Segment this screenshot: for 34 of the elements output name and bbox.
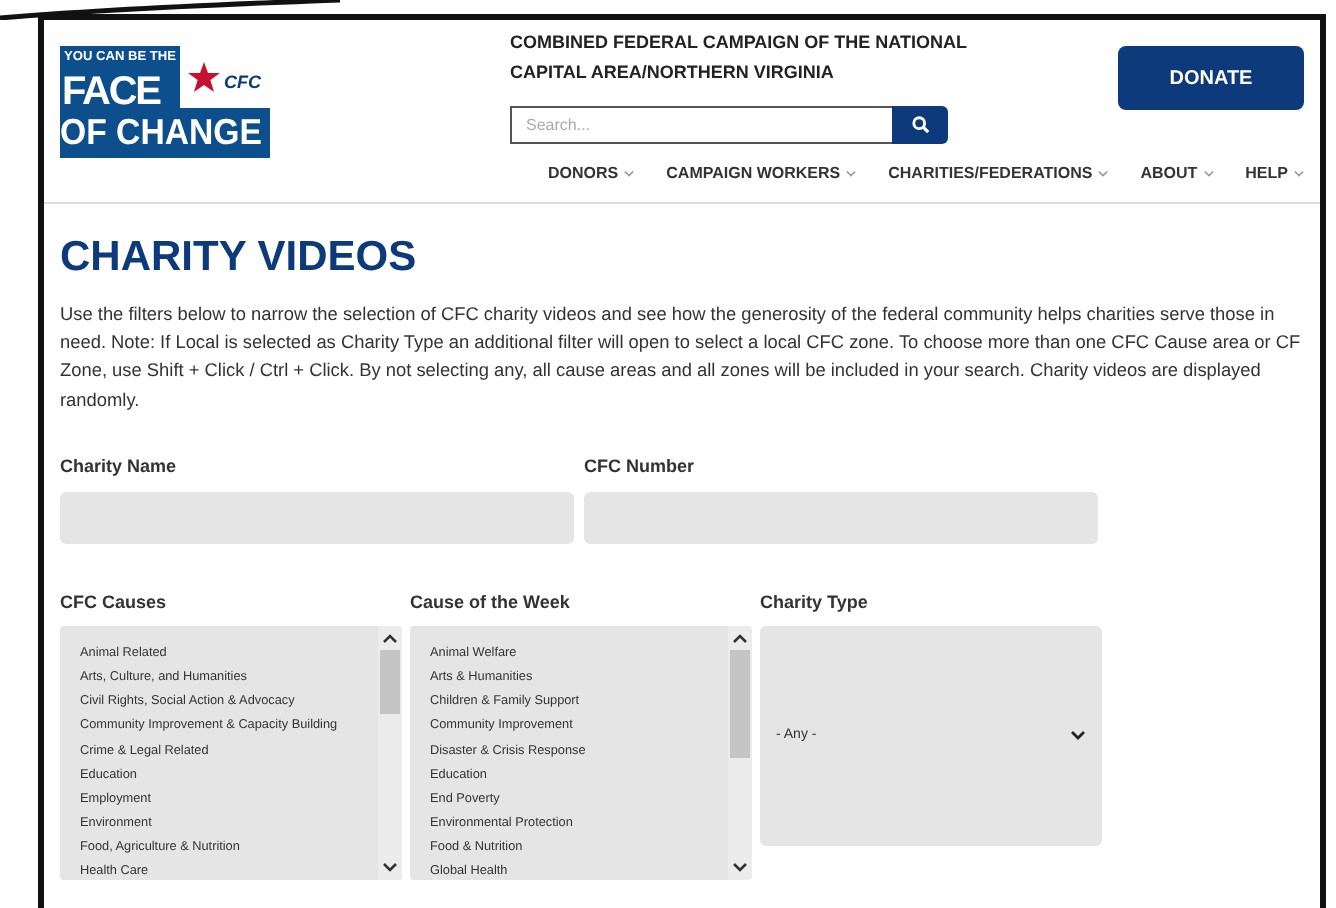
nav-menu-item[interactable]: HELP — [1229, 162, 1320, 186]
field-label: CFC Causes — [60, 589, 169, 616]
nav-menu-item[interactable]: CHARITIES/FEDERATIONS — [872, 162, 1125, 186]
nav-menu-item[interactable]: DONORS — [532, 162, 651, 186]
scrollbar[interactable] — [378, 626, 402, 881]
listbox[interactable] — [60, 626, 402, 881]
text-field[interactable] — [584, 491, 1098, 544]
caret-icon — [846, 170, 857, 178]
field-label: Cause of the Week — [410, 589, 572, 616]
field-label: Charity Name — [60, 454, 179, 481]
scroll-thumb[interactable] — [380, 650, 400, 715]
intro-paragraph: Use the filters below to narrow the selection of CFC charity videos and see how the generosity of the federal community helps charities serve those in need. Note: If Local is selected as Charity Type an additional filter will open to select a local CFC zone. To choose more than one CFC Cause area or CF Zone, use Shift + Click / Ctrl + Click. By not selecting any, all cause areas and all zones will be included in your search. Charity videos are displayed randomly. — [60, 301, 1301, 414]
field-label: Charity Type — [760, 589, 870, 616]
scroll-down-icon[interactable] — [382, 862, 398, 875]
caret-icon — [624, 170, 635, 178]
nav-menu-item[interactable]: CAMPAIGN WORKERS — [650, 162, 873, 186]
caret-icon — [1098, 170, 1109, 178]
scrollbar[interactable] — [728, 626, 752, 881]
search-icon — [911, 116, 929, 134]
scroll-up-icon[interactable] — [732, 632, 748, 645]
search-field[interactable]: Search... — [510, 106, 892, 144]
caret-icon — [1294, 170, 1304, 178]
nav-menu-item[interactable]: ABOUT — [1124, 162, 1230, 186]
search-button[interactable] — [892, 106, 948, 144]
scroll-down-icon[interactable] — [732, 862, 748, 875]
field-label: CFC Number — [584, 454, 697, 481]
text-field[interactable] — [60, 491, 574, 544]
donate-button[interactable]: DONATE — [1118, 46, 1304, 110]
page-heading: CHARITY VIDEOS — [60, 232, 419, 284]
scroll-up-icon[interactable] — [382, 632, 398, 645]
scroll-thumb[interactable] — [730, 650, 750, 759]
site-title: COMBINED FEDERAL CAMPAIGN OF THE NATIONAL CAPITAL AREA/NORTHERN VIRGINIA — [510, 30, 969, 86]
caret-icon — [1203, 170, 1214, 178]
chevron-down-icon — [1070, 730, 1086, 743]
